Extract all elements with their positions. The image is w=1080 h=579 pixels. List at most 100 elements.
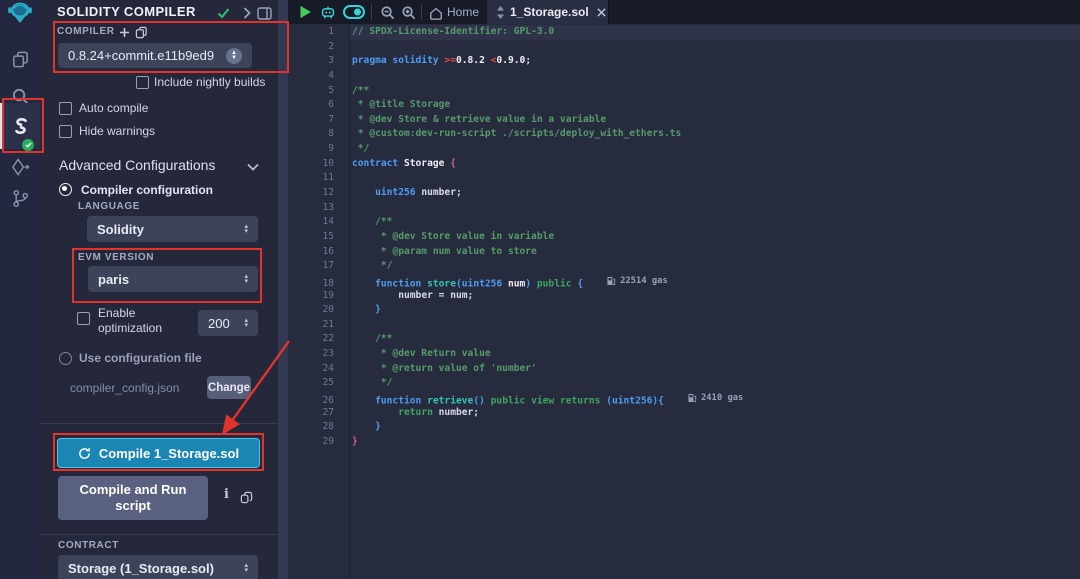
solidity-compiler-icon[interactable]	[0, 103, 40, 149]
compile-success-badge	[22, 139, 34, 151]
zoom-out-icon[interactable]	[379, 4, 395, 20]
use-configuration-file-label: Use configuration file	[79, 351, 202, 365]
auto-compile-checkbox[interactable]	[59, 102, 72, 115]
code-line[interactable]: 5/**	[288, 84, 1080, 99]
chevron-right-icon[interactable]	[239, 5, 255, 21]
code-line[interactable]: 22 /**	[288, 332, 1080, 347]
remix-logo[interactable]	[7, 1, 33, 24]
code-line[interactable]: 8 * @custom:dev-run-script ./scripts/dep…	[288, 127, 1080, 142]
toggle-icon[interactable]	[343, 4, 365, 20]
chevron-down-icon[interactable]	[245, 159, 261, 175]
code-line[interactable]: 26 function retrieve() public view retur…	[288, 391, 1080, 406]
code-line[interactable]: 7 * @dev Store & retrieve value in a var…	[288, 113, 1080, 128]
line-number[interactable]: 5	[288, 84, 334, 99]
deploy-run-icon[interactable]	[9, 156, 31, 178]
git-icon[interactable]	[9, 187, 31, 209]
code-line[interactable]: 9 */	[288, 142, 1080, 157]
add-icon[interactable]	[117, 25, 131, 39]
line-number[interactable]: 24	[288, 362, 334, 377]
line-number[interactable]: 22	[288, 332, 334, 347]
code-line[interactable]: 28 }	[288, 420, 1080, 435]
line-number[interactable]: 28	[288, 420, 334, 435]
code-line[interactable]: 15 * @dev Store value in variable	[288, 230, 1080, 245]
line-number[interactable]: 25	[288, 376, 334, 391]
use-configuration-file-radio[interactable]	[59, 352, 72, 365]
code-line[interactable]: 4	[288, 69, 1080, 84]
line-number[interactable]: 29	[288, 435, 334, 450]
copy-icon[interactable]	[239, 490, 253, 504]
code-line[interactable]: 24 * @return value of 'number'	[288, 362, 1080, 377]
language-select[interactable]: Solidity ▴▾	[87, 216, 258, 242]
code-line[interactable]: 2	[288, 40, 1080, 55]
line-number[interactable]: 4	[288, 69, 334, 84]
code-line[interactable]: 19 number = num;	[288, 289, 1080, 304]
code-line[interactable]: 18 function store(uint256 num) public {2…	[288, 274, 1080, 289]
line-number[interactable]: 13	[288, 201, 334, 216]
compiler-version-select[interactable]: 0.8.24+commit.e11b9ed9 ▲▼	[58, 43, 252, 68]
compile-and-run-button[interactable]: Compile and Run script	[58, 476, 208, 520]
code-line[interactable]: 3pragma solidity >=0.8.2 <0.9.0;	[288, 54, 1080, 69]
code-line[interactable]: 20 }	[288, 303, 1080, 318]
code-text: */	[352, 376, 392, 391]
code-line[interactable]: 13	[288, 201, 1080, 216]
code-line[interactable]: 11	[288, 171, 1080, 186]
file-explorer-icon[interactable]	[9, 48, 31, 70]
copy-file-icon[interactable]	[134, 25, 148, 39]
line-number[interactable]: 15	[288, 230, 334, 245]
hide-warnings-checkbox[interactable]	[59, 125, 72, 138]
line-number[interactable]: 8	[288, 127, 334, 142]
line-number[interactable]: 23	[288, 347, 334, 362]
line-number[interactable]: 20	[288, 303, 334, 318]
code-line[interactable]: 23 * @dev Return value	[288, 347, 1080, 362]
line-number[interactable]: 21	[288, 318, 334, 333]
home-icon[interactable]	[428, 5, 444, 21]
code-line[interactable]: 25 */	[288, 376, 1080, 391]
code-line[interactable]: 10contract Storage {	[288, 157, 1080, 172]
optimization-runs-value: 200	[208, 316, 238, 331]
line-number[interactable]: 6	[288, 98, 334, 113]
nightly-builds-checkbox[interactable]	[136, 76, 149, 89]
compile-button-label: Compile 1_Storage.sol	[99, 446, 239, 461]
line-number[interactable]: 17	[288, 259, 334, 274]
code-line[interactable]: 1// SPDX-License-Identifier: GPL-3.0	[288, 25, 1080, 40]
enable-optimization-checkbox[interactable]	[77, 312, 90, 325]
evm-version-select[interactable]: paris ▴▾	[88, 266, 258, 292]
compiler-configuration-radio[interactable]	[59, 183, 72, 196]
tab-home[interactable]: Home	[447, 5, 479, 19]
code-line[interactable]: 17 */	[288, 259, 1080, 274]
pin-panel-icon[interactable]	[256, 5, 272, 21]
line-number[interactable]: 27	[288, 406, 334, 421]
line-number[interactable]: 9	[288, 142, 334, 157]
line-number[interactable]: 1	[288, 25, 334, 40]
play-icon[interactable]	[297, 4, 313, 20]
zoom-in-icon[interactable]	[400, 4, 416, 20]
compile-button[interactable]: Compile 1_Storage.sol	[57, 438, 260, 468]
optimization-runs-input[interactable]: 200 ▴▾	[198, 310, 258, 336]
advanced-configurations-title[interactable]: Advanced Configurations	[59, 157, 215, 173]
line-number[interactable]: 12	[288, 186, 334, 201]
info-icon[interactable]: i	[224, 487, 229, 502]
code-line[interactable]: 21	[288, 318, 1080, 333]
code-line[interactable]: 14 /**	[288, 215, 1080, 230]
contract-select[interactable]: Storage (1_Storage.sol) ▴▾	[58, 555, 258, 579]
line-number[interactable]: 11	[288, 171, 334, 186]
code-lines[interactable]: 1// SPDX-License-Identifier: GPL-3.023pr…	[288, 25, 1080, 450]
line-number[interactable]: 7	[288, 113, 334, 128]
close-icon[interactable]	[597, 8, 606, 17]
ai-robot-icon[interactable]	[319, 3, 337, 21]
line-number[interactable]: 19	[288, 289, 334, 304]
tab-1-storage-sol[interactable]: 1_Storage.sol	[487, 0, 608, 24]
code-line[interactable]: 16 * @param num value to store	[288, 245, 1080, 260]
line-number[interactable]: 14	[288, 215, 334, 230]
change-config-button[interactable]: Change	[207, 376, 251, 399]
line-number[interactable]: 16	[288, 245, 334, 260]
panel-resizer[interactable]	[278, 0, 288, 579]
code-line[interactable]: 12 uint256 number;	[288, 186, 1080, 201]
line-number[interactable]: 10	[288, 157, 334, 172]
line-number[interactable]: 3	[288, 54, 334, 69]
code-line[interactable]: 6 * @title Storage	[288, 98, 1080, 113]
code-editor[interactable]: 1// SPDX-License-Identifier: GPL-3.023pr…	[288, 24, 1080, 579]
code-line[interactable]: 29}	[288, 435, 1080, 450]
line-number[interactable]: 2	[288, 40, 334, 55]
contract-section-label: CONTRACT	[58, 540, 119, 551]
